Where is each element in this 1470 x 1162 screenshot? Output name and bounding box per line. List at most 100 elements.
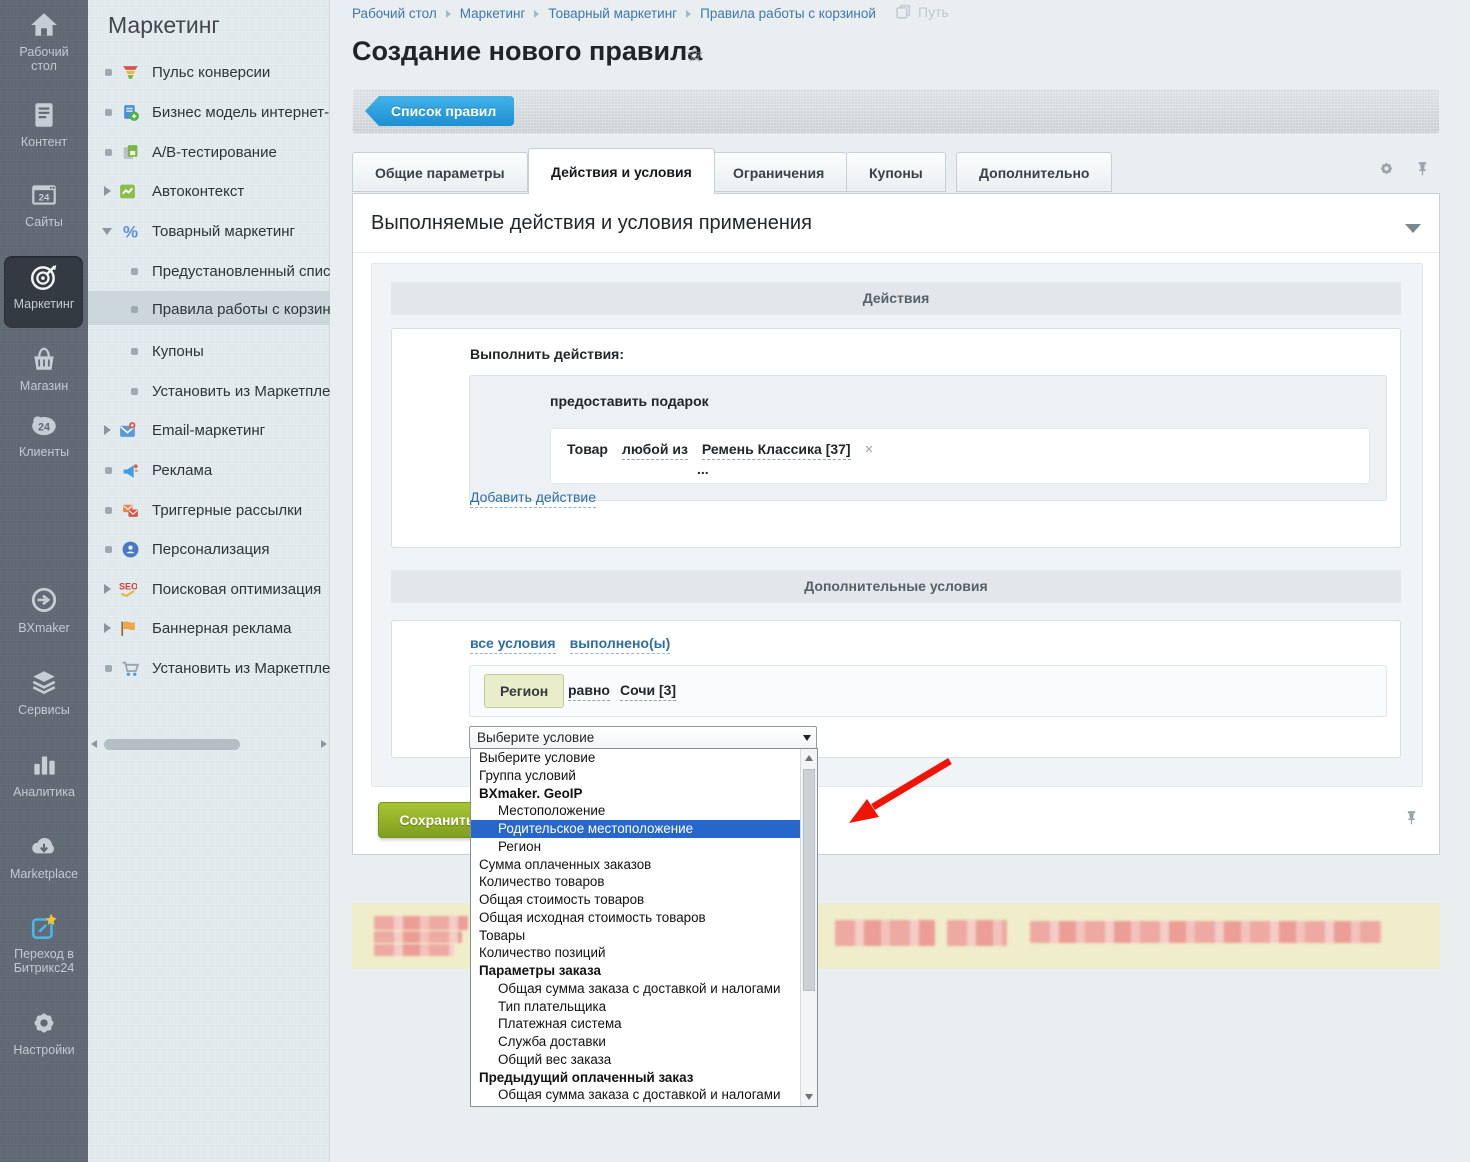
menu-item-install-marketplace-sub[interactable]: Установить из Маркетплей <box>88 379 330 403</box>
menu-item-product-marketing[interactable]: % Товарный маркетинг <box>88 219 330 243</box>
favorite-star-icon[interactable]: ☆ <box>685 42 705 68</box>
menu-item-banner-ads[interactable]: Баннерная реклама <box>88 616 330 640</box>
dropdown-option[interactable]: Местоположение <box>471 802 800 820</box>
breadcrumb-link[interactable]: Маркетинг <box>460 6 526 21</box>
tab-restrictions[interactable]: Ограничения <box>710 152 847 192</box>
remove-icon[interactable]: × <box>865 441 874 458</box>
dropdown-option[interactable]: Выберите условие <box>471 749 800 767</box>
settings-gear-icon[interactable] <box>1378 160 1395 177</box>
redacted-text <box>947 920 1007 946</box>
menu-item-personalization[interactable]: Персонализация <box>88 537 330 561</box>
tab-general[interactable]: Общие параметры <box>352 152 528 192</box>
pin-icon[interactable] <box>1404 809 1419 826</box>
more-link[interactable]: ... <box>697 461 709 477</box>
fulfilled-link[interactable]: выполнено(ы) <box>570 635 671 654</box>
dropdown-option[interactable]: Количество позиций <box>471 944 800 962</box>
dropdown-option[interactable]: Общая сумма заказа с доставкой и налогам… <box>471 1086 800 1104</box>
menu-item-seo[interactable]: SEO Поисковая оптимизация <box>88 577 330 601</box>
dropdown-option[interactable]: Платежная система <box>471 1015 800 1033</box>
dropdown-option[interactable]: Общий вес заказа <box>471 1051 800 1069</box>
scroll-up-arrow-icon[interactable] <box>805 755 813 761</box>
rail-item-clients[interactable]: 24 Клиенты <box>0 410 88 459</box>
scrollbar-thumb[interactable] <box>104 739 240 750</box>
all-conditions-link[interactable]: все условия <box>470 635 556 654</box>
bullet-icon <box>105 665 112 672</box>
scroll-down-arrow-icon[interactable] <box>805 1094 813 1100</box>
menu-item-email-marketing[interactable]: Email-маркетинг <box>88 418 330 442</box>
dropdown-group-label[interactable]: BXmaker. GeoIP <box>471 785 800 803</box>
rail-item-desktop[interactable]: Рабочий стол <box>0 10 88 73</box>
dropdown-option[interactable]: Общая сумма заказа с доставкой и налогам… <box>471 980 800 998</box>
chevron-down-icon <box>803 735 811 741</box>
dropdown-option[interactable]: Количество товаров <box>471 873 800 891</box>
rail-item-bitrix24[interactable]: Переход в Битрикс24 <box>0 912 88 975</box>
product-value-link[interactable]: Ремень Классика [37] <box>702 441 851 460</box>
bullet-icon <box>105 69 112 76</box>
condition-select[interactable]: Выберите условие <box>469 726 817 749</box>
rail-item-analytics[interactable]: Аналитика <box>0 750 88 799</box>
region-tag[interactable]: Регион <box>484 674 564 708</box>
dropdown-option[interactable]: Регион <box>471 838 800 856</box>
breadcrumb-link[interactable]: Товарный маркетинг <box>548 6 677 21</box>
rail-label: стол <box>31 59 57 73</box>
add-action-link[interactable]: Добавить действие <box>470 489 596 508</box>
svg-text:24: 24 <box>39 192 50 203</box>
rail-item-content[interactable]: Контент <box>0 100 88 149</box>
actions-header: Действия <box>391 282 1401 315</box>
execute-actions-label: Выполнить действия: <box>470 346 624 362</box>
rail-item-settings[interactable]: Настройки <box>0 1008 88 1057</box>
breadcrumb-link[interactable]: Правила работы с корзиной <box>700 6 876 21</box>
dropdown-option[interactable]: Общая стоимость товаров <box>471 891 800 909</box>
marketplace-cart-icon <box>121 659 140 678</box>
scroll-right-arrow-icon[interactable] <box>321 740 327 748</box>
svg-text:%: % <box>123 222 138 241</box>
menu-item-ab-testing[interactable]: A/B-тестирование <box>88 140 330 164</box>
rail-item-marketplace[interactable]: Marketplace <box>0 832 88 881</box>
seo-icon: SEO <box>118 580 137 599</box>
tab-additional[interactable]: Дополнительно <box>956 152 1112 192</box>
menu-horizontal-scrollbar[interactable] <box>88 736 330 753</box>
trigger-mail-icon <box>121 501 140 520</box>
section-collapse-icon[interactable] <box>1405 224 1421 233</box>
dropdown-option[interactable]: Служба доставки <box>471 1033 800 1051</box>
chevron-right-icon <box>104 584 111 594</box>
dropdown-scrollbar[interactable] <box>800 749 817 1106</box>
rail-item-bxmaker[interactable]: BXmaker <box>0 586 88 635</box>
region-value-link[interactable]: Сочи [3] <box>620 682 676 701</box>
dropdown-group-label[interactable]: Параметры заказа <box>471 962 800 980</box>
redacted-text <box>1030 921 1382 943</box>
dropdown-option[interactable]: Группа условий <box>471 767 800 785</box>
dropdown-option-selected[interactable]: Родительское местоположение <box>471 820 800 838</box>
any-of-link[interactable]: любой из <box>622 441 688 460</box>
scrollbar-thumb[interactable] <box>803 769 815 991</box>
basket-icon <box>0 344 88 376</box>
breadcrumb-link[interactable]: Рабочий стол <box>352 6 437 21</box>
bullet-icon <box>105 467 112 474</box>
tab-coupons[interactable]: Купоны <box>846 152 946 192</box>
rail-item-sites[interactable]: 24 Сайты <box>0 180 88 229</box>
clients-cloud-icon: 24 <box>0 410 88 442</box>
tab-actions-conditions[interactable]: Действия и условия <box>528 148 715 194</box>
equals-link[interactable]: равно <box>568 682 610 701</box>
menu-item-preset-list[interactable]: Предустановленный списо <box>88 259 330 283</box>
scroll-left-arrow-icon[interactable] <box>91 740 97 748</box>
pin-icon[interactable] <box>1415 160 1430 177</box>
menu-item-coupons[interactable]: Купоны <box>88 339 330 363</box>
path-toggle-button[interactable]: Путь <box>895 3 949 20</box>
menu-item-autocontext[interactable]: Автоконтекст <box>88 179 330 203</box>
menu-item-trigger-mailings[interactable]: Триггерные рассылки <box>88 498 330 522</box>
menu-item-ads[interactable]: Реклама <box>88 458 330 482</box>
dropdown-option[interactable]: Сумма оплаченных заказов <box>471 856 800 874</box>
dropdown-option[interactable]: Товары <box>471 927 800 945</box>
menu-item-install-marketplace[interactable]: Установить из Маркетплей <box>88 656 330 680</box>
dropdown-group-label[interactable]: Предыдущий оплаченный заказ <box>471 1069 800 1087</box>
rail-item-marketing[interactable]: Маркетинг <box>0 262 88 311</box>
dropdown-option[interactable]: Тип плательщика <box>471 998 800 1016</box>
menu-item-business-model[interactable]: Бизнес модель интернет-м <box>88 100 330 124</box>
rail-item-services[interactable]: Сервисы <box>0 668 88 717</box>
menu-item-conversion-pulse[interactable]: Пульс конверсии <box>88 60 330 84</box>
dropdown-option[interactable]: Общая исходная стоимость товаров <box>471 909 800 927</box>
menu-item-cart-rules[interactable]: Правила работы с корзино <box>88 297 330 321</box>
rail-item-shop[interactable]: Магазин <box>0 344 88 393</box>
rules-list-button[interactable]: Список правил <box>365 96 514 126</box>
